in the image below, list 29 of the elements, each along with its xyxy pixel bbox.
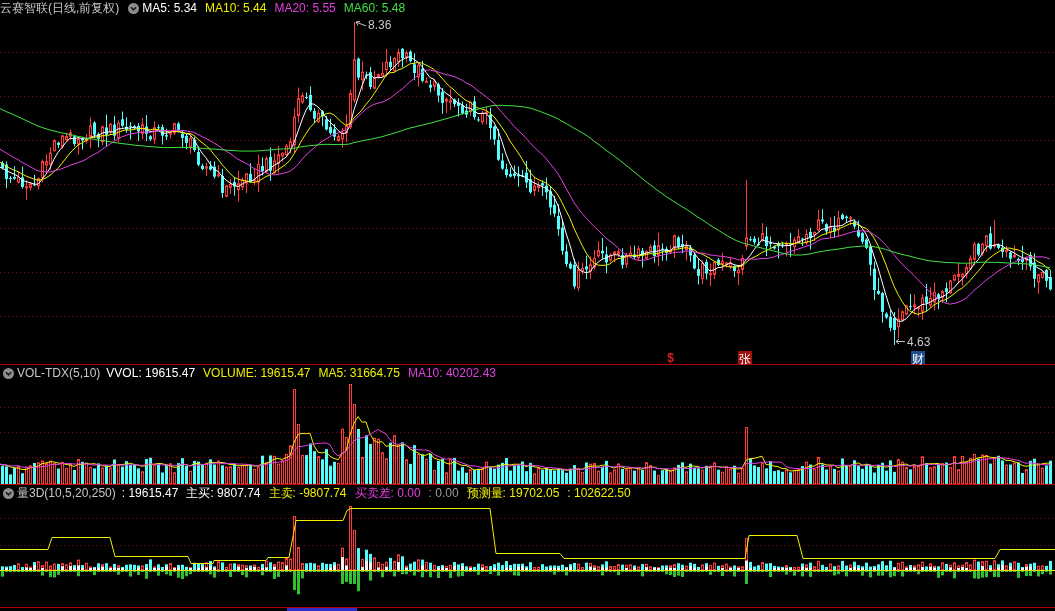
low-price-label: 4.63: [907, 335, 931, 349]
leader-arrow: [355, 21, 367, 27]
indicator-reading: : 0.00: [428, 485, 459, 501]
scrollbar-thumb[interactable]: [287, 608, 357, 611]
indicator-reading: MA60: 5.48: [343, 0, 406, 16]
event-badge: 张: [738, 351, 752, 364]
indicator-reading: MA10: 40202.43: [407, 365, 496, 381]
event-badge: 财: [911, 351, 925, 364]
indicator-reading: MA5: 5.34: [142, 0, 198, 16]
chart-title: VOL-TDX(5,10): [17, 365, 101, 381]
leader-arrow: [895, 338, 906, 345]
indicator-reading: 主卖: -9807.74: [268, 485, 347, 501]
chart-title: 量3D(10,5,20,250): [17, 485, 116, 501]
indicator-reading: 买卖差: 0.00: [354, 485, 421, 501]
chart-title: 云赛智联(日线,前复权): [0, 0, 120, 16]
event-marker: $: [666, 351, 675, 364]
chevron-down-icon[interactable]: [3, 487, 14, 499]
indicator-reading: 预测量: 19702.05: [466, 485, 560, 501]
indicator-reading: MA5: 31664.75: [318, 365, 400, 381]
indicator-reading: VVOL: 19615.47: [106, 365, 196, 381]
chevron-down-icon[interactable]: [3, 367, 14, 379]
indicator-reading: : 102622.50: [567, 485, 631, 501]
indicator-reading: : 19615.47: [121, 485, 179, 501]
chevron-down-icon[interactable]: [128, 2, 140, 14]
indicator-reading: 主买: 9807.74: [186, 485, 261, 501]
indicator-reading: VOLUME: 19615.47: [203, 365, 311, 381]
indicator-reading: MA10: 5.44: [205, 0, 267, 16]
indicator-reading: MA20: 5.55: [274, 0, 336, 16]
high-price-label: 8.36: [368, 18, 392, 32]
